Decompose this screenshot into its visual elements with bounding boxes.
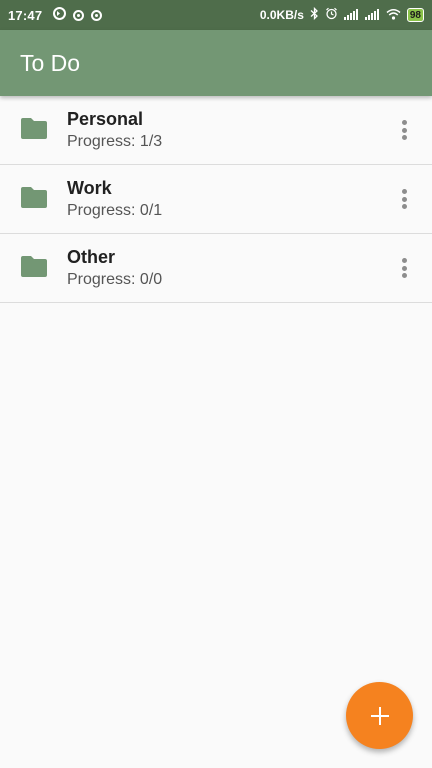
alarm-icon (325, 7, 338, 23)
list-item-text: Personal Progress: 1/3 (67, 107, 162, 153)
list-item-personal[interactable]: Personal Progress: 1/3 (0, 96, 432, 165)
folder-icon (21, 187, 47, 208)
folder-icon (21, 118, 47, 139)
battery-level: 98 (409, 9, 421, 21)
status-time: 17:47 (8, 7, 43, 23)
category-title: Other (67, 247, 116, 267)
category-list: Personal Progress: 1/3 Work Progress: 0/… (0, 96, 432, 303)
list-item-work[interactable]: Work Progress: 0/1 (0, 165, 432, 234)
status-bar: 17:47 0.0KB/s 98 (0, 0, 432, 30)
list-item-text: Other Progress: 0/0 (67, 245, 162, 291)
add-icon (370, 706, 389, 725)
more-vert-icon[interactable] (398, 256, 410, 280)
notification-circle-icon (91, 9, 103, 21)
wifi-icon (386, 8, 401, 23)
more-vert-icon[interactable] (398, 187, 410, 211)
status-bar-left: 17:47 (8, 7, 103, 23)
battery-icon: 98 (406, 8, 424, 22)
signal-icon (343, 8, 359, 23)
category-title: Work (67, 178, 112, 198)
notification-app-icon (53, 7, 67, 23)
list-item-other[interactable]: Other Progress: 0/0 (0, 234, 432, 303)
app-bar: To Do (0, 30, 432, 96)
network-speed: 0.0KB/s (259, 8, 304, 22)
folder-icon (21, 256, 47, 277)
status-bar-right: 0.0KB/s 98 (259, 6, 424, 23)
page-title: To Do (20, 49, 81, 76)
add-category-button[interactable] (346, 682, 413, 749)
category-progress: Progress: 0/0 (67, 271, 163, 288)
list-item-text: Work Progress: 0/1 (67, 176, 162, 222)
notification-circle-icon (73, 9, 85, 21)
more-vert-icon[interactable] (398, 118, 410, 142)
signal-icon (364, 8, 380, 23)
screen: 17:47 0.0KB/s 98 To Do Personal Progress… (0, 0, 432, 768)
category-progress: Progress: 1/3 (67, 133, 163, 150)
bluetooth-icon (310, 6, 319, 23)
category-title: Personal (67, 109, 144, 129)
category-progress: Progress: 0/1 (67, 202, 163, 219)
